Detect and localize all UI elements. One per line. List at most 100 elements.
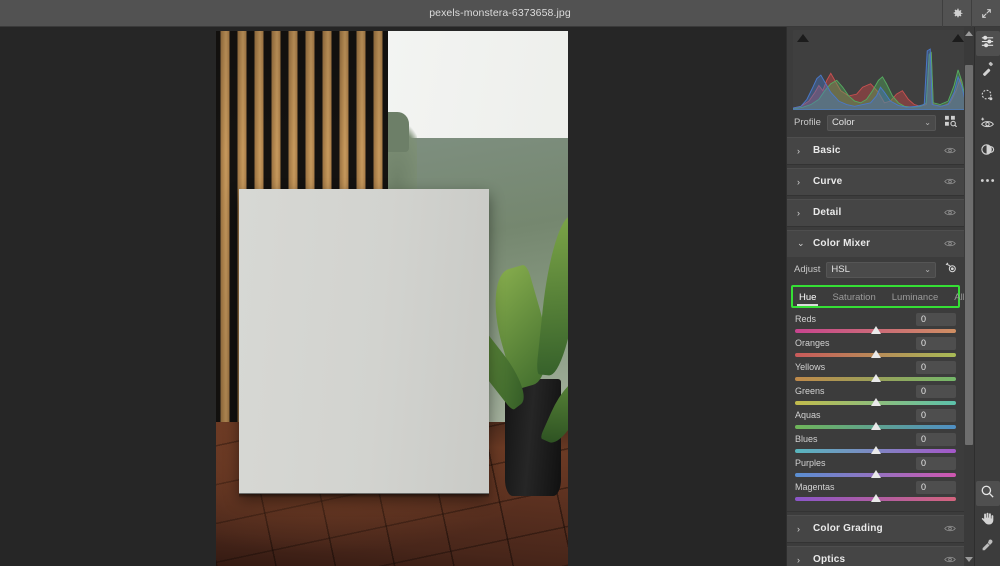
panel-scroll-area: Profile Color ⌄ › Basic › Curve › Detail… xyxy=(787,111,974,566)
red-eye-icon xyxy=(980,115,995,135)
adjust-label: Adjust xyxy=(794,264,821,276)
slider-thumb[interactable] xyxy=(870,469,881,478)
section-title: Color Mixer xyxy=(813,238,871,250)
slider-oranges: Oranges 0 xyxy=(795,336,956,358)
image-canvas[interactable] xyxy=(0,27,786,566)
eye-icon[interactable] xyxy=(944,551,956,566)
hsl-tabs: Hue Saturation Luminance All xyxy=(793,286,965,306)
slider-greens: Greens 0 xyxy=(795,384,956,406)
slider-label: Oranges xyxy=(795,338,830,349)
main-body: Profile Color ⌄ › Basic › Curve › Detail… xyxy=(0,27,1000,566)
eye-icon[interactable] xyxy=(944,520,956,538)
slider-thumb[interactable] xyxy=(870,493,881,502)
slider-track[interactable] xyxy=(795,445,956,454)
title-bar-actions xyxy=(942,0,1000,27)
slider-thumb[interactable] xyxy=(870,373,881,382)
slider-thumb[interactable] xyxy=(870,349,881,358)
tab-luminance[interactable]: Luminance xyxy=(892,292,938,306)
slider-thumb[interactable] xyxy=(870,325,881,334)
eye-icon[interactable] xyxy=(944,204,956,222)
section-color-grading: › Color Grading xyxy=(787,514,964,543)
slider-value-input[interactable]: 0 xyxy=(916,432,956,446)
slider-track[interactable] xyxy=(795,493,956,502)
tab-hue[interactable]: Hue xyxy=(796,292,819,306)
zoom-tool-button[interactable] xyxy=(975,481,1000,506)
scrollbar-thumb[interactable] xyxy=(965,65,973,445)
section-header-detail[interactable]: › Detail xyxy=(787,200,964,226)
slider-label: Blues xyxy=(795,434,818,445)
adjust-row: Adjust HSL ⌄ xyxy=(787,259,964,281)
slider-value-input[interactable]: 0 xyxy=(916,312,956,326)
section-title: Basic xyxy=(813,145,841,157)
slider-track[interactable] xyxy=(795,325,956,334)
panel-scrollbar[interactable] xyxy=(964,27,974,566)
shadow-clipping-indicator[interactable] xyxy=(797,34,809,42)
slider-track[interactable] xyxy=(795,373,956,382)
slider-value-input[interactable]: 0 xyxy=(916,384,956,398)
eye-icon[interactable] xyxy=(944,142,956,160)
adjust-select[interactable]: HSL ⌄ xyxy=(826,261,936,278)
eyedropper-tool-button[interactable] xyxy=(976,535,1000,560)
slider-value-input[interactable]: 0 xyxy=(916,360,956,374)
histogram[interactable] xyxy=(793,30,968,110)
slider-yellows: Yellows 0 xyxy=(795,360,956,382)
edit-sliders-icon xyxy=(980,34,995,54)
targeted-adjustment-button[interactable] xyxy=(942,262,960,278)
section-header-color-grading[interactable]: › Color Grading xyxy=(787,516,964,542)
settings-button[interactable] xyxy=(943,0,971,27)
spot-removal-button[interactable] xyxy=(976,85,1000,110)
healing-brush-button[interactable] xyxy=(976,58,1000,83)
slider-thumb[interactable] xyxy=(870,445,881,454)
profile-value: Color xyxy=(831,117,855,129)
chevron-down-icon: ⌄ xyxy=(924,118,931,128)
profile-row: Profile Color ⌄ xyxy=(787,111,964,134)
histogram-graph xyxy=(793,48,968,110)
adjust-value: HSL xyxy=(831,264,850,276)
healing-brush-icon xyxy=(980,61,995,81)
chevron-right-icon: › xyxy=(797,145,800,156)
highlight-clipping-indicator[interactable] xyxy=(952,34,964,42)
slider-blues: Blues 0 xyxy=(795,432,956,454)
slider-thumb[interactable] xyxy=(870,421,881,430)
red-eye-button[interactable] xyxy=(976,112,1000,137)
fullscreen-button[interactable] xyxy=(972,0,1000,27)
slider-track[interactable] xyxy=(795,349,956,358)
masking-button[interactable] xyxy=(976,139,1000,164)
section-header-color-mixer[interactable]: ⌄ Color Mixer xyxy=(787,231,964,257)
section-title: Detail xyxy=(813,207,842,219)
slider-thumb[interactable] xyxy=(870,397,881,406)
slider-label: Reds xyxy=(795,314,817,325)
eye-icon[interactable] xyxy=(944,235,956,253)
section-header-optics[interactable]: › Optics xyxy=(787,547,964,566)
scroll-up-arrow-icon[interactable] xyxy=(965,31,973,36)
hand-tool-button[interactable] xyxy=(976,508,1000,533)
section-header-curve[interactable]: › Curve xyxy=(787,169,964,195)
window-title: pexels-monstera-6373658.jpg xyxy=(429,7,571,19)
eye-icon[interactable] xyxy=(944,173,956,191)
profile-select[interactable]: Color ⌄ xyxy=(826,114,936,131)
profile-browser-icon xyxy=(944,114,958,132)
chevron-right-icon: › xyxy=(797,554,800,565)
more-options-button[interactable] xyxy=(976,166,1000,191)
slider-track[interactable] xyxy=(795,421,956,430)
color-mixer-body: Adjust HSL ⌄ Hue Saturation Luminance Al… xyxy=(787,256,965,511)
slider-label: Greens xyxy=(795,386,825,397)
scroll-down-arrow-icon[interactable] xyxy=(965,557,973,562)
slider-value-input[interactable]: 0 xyxy=(916,456,956,470)
slider-value-input[interactable]: 0 xyxy=(916,336,956,350)
chevron-down-icon: ⌄ xyxy=(797,238,805,249)
slider-value-input[interactable]: 0 xyxy=(916,408,956,422)
tab-saturation[interactable]: Saturation xyxy=(832,292,875,306)
slider-track[interactable] xyxy=(795,397,956,406)
photo-preview[interactable] xyxy=(216,31,568,566)
section-detail: › Detail xyxy=(787,198,964,227)
section-header-basic[interactable]: › Basic xyxy=(787,138,964,164)
section-title: Curve xyxy=(813,176,843,188)
hand-icon xyxy=(980,511,995,531)
slider-value-input[interactable]: 0 xyxy=(916,480,956,494)
slider-track[interactable] xyxy=(795,469,956,478)
slider-reds: Reds 0 xyxy=(795,312,956,334)
profile-browser-button[interactable] xyxy=(942,115,960,131)
profile-label: Profile xyxy=(794,117,821,129)
edit-tool-button[interactable] xyxy=(975,31,1000,56)
